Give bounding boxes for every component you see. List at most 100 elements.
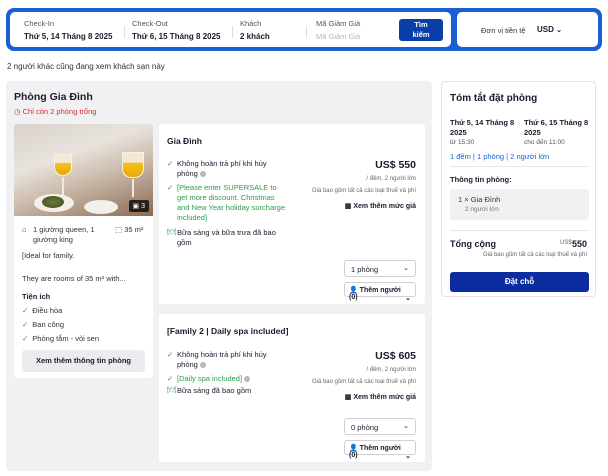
check-icon: ✓ [167,159,174,168]
chevron-down-icon: ⌄ [405,295,411,302]
rate-feature-text: Không hoàn trả phí khi hủy phòng [177,350,285,370]
promo-text: [Please enter SUPERSALE to get more disc… [177,183,285,222]
scarcity-text: Chỉ còn 2 phòng trống [22,107,97,116]
more-rates-button[interactable]: ▦ Xem thêm mức giá [345,393,416,401]
search-box: Check-In Thứ 5, 14 Tháng 8 2025 Check-Ou… [10,12,451,47]
info-icon[interactable] [244,376,251,383]
currency-selector[interactable]: Đơn vị tiền tệ USD ⌄ [457,12,598,47]
summary-room-item: 1 × Gia Đình 2 người lớn [450,189,589,220]
wine-glass [122,152,144,178]
per-night-note: / đêm, 2 người lớn [366,367,416,373]
search-bar: Check-In Thứ 5, 14 Tháng 8 2025 Check-Ou… [6,8,602,51]
divider [124,26,125,38]
total-currency: US$ [560,240,572,246]
image-icon: ▣ [132,203,140,210]
room-panel: Phòng Gia Đình ◷ Chỉ còn 2 phòng trống ▣… [6,81,432,471]
rate-feature: ✓ Không hoàn trả phí khi hủy phòng [167,159,285,179]
rate-feature-text: Không hoàn trả phí khi hủy phòng [177,159,285,179]
room-photo[interactable]: ▣ 3 [14,124,153,216]
rooms-select[interactable]: 0 phòng ⌄ [344,418,416,435]
glass-stem [132,179,134,197]
chevron-down-icon: ⌄ [405,453,411,460]
room-description: [Ideal for family. [22,251,75,260]
more-room-info-button[interactable]: Xem thêm thông tin phòng [22,350,145,372]
booking-summary: Tóm tắt đặt phòng Thứ 5, 14 Tháng 8 2025… [441,81,596,297]
rate-card: [Family 2 | Daily spa included] ✓ Không … [159,314,425,462]
divider [232,26,233,38]
promo-input[interactable]: Mã Giảm Giá [316,32,360,41]
summary-rooms-label: Thông tin phòng: [450,175,512,184]
summary-checkout-date: Thứ 6, 15 Tháng 8 2025 [524,118,589,137]
size-text: 35 m² [124,225,144,234]
checkin-field[interactable]: Check-In Thứ 5, 14 Tháng 8 2025 [24,19,113,41]
search-button-label: Tìm [414,20,428,29]
scarcity-notice: ◷ Chỉ còn 2 phòng trống [14,107,96,116]
more-rates-button[interactable]: ▦ Xem thêm mức giá [345,202,416,210]
rooms-select-value: 0 phòng [351,423,379,432]
more-rates-label: Xem thêm mức giá [353,203,416,210]
user-plus-icon: 👤 [349,445,358,452]
rate-feature: ✓ [Please enter SUPERSALE to get more di… [167,183,285,223]
meal-text: Bữa sáng và bữa trưa đã bao gồm [177,228,276,247]
room-title: Phòng Gia Đình [14,91,93,103]
divider [450,230,589,231]
glass-stem [62,177,64,195]
guests-field[interactable]: Khách 2 khách [240,19,270,41]
rate-feature: 🍽 Bữa sáng và bữa trưa đã bao gồm [167,228,285,248]
book-button[interactable]: Đặt chỗ [450,272,589,292]
meal-icon: 🍽 [167,387,176,394]
amenity-label: Phòng tắm - vòi sen [32,334,99,343]
calendar-icon: ▦ [344,394,352,401]
amenity-item: ✓ Ban công [22,320,64,329]
chevron-down-icon: ⌄ [403,423,409,430]
photo-count-badge[interactable]: ▣ 3 [128,200,149,212]
check-icon: ✓ [167,183,174,192]
info-icon[interactable] [199,362,206,369]
check-icon: ✓ [22,306,29,315]
total-tax-note: Giá bao gồm tất cả các loại thuế và phí [482,252,587,258]
rate-feature-text: [Daily spa included] [177,374,285,384]
checkout-field[interactable]: Check-Out Thứ 6, 15 Tháng 8 2025 [132,19,221,41]
rate-feature: 🍽 Bữa sáng đã bao gồm [167,386,285,396]
rate-name: [Family 2 | Daily spa included] [167,326,289,336]
summary-room-guests: 2 người lớn [465,206,499,213]
cancellation-text: Không hoàn trả phí khi hủy phòng [177,159,267,178]
room-description-more: They are rooms of 35 m² with... [22,274,126,283]
bed-info: ⌂ 1 giường queen, 1 giường king [22,225,112,245]
summary-title: Tóm tắt đặt phòng [450,93,538,104]
plate [84,200,118,214]
room-info-card: ▣ 3 ⌂ 1 giường queen, 1 giường king ⬚ 35… [14,124,153,378]
currency-label: Đơn vị tiền tệ [481,26,526,35]
summary-checkin-time: từ 15:30 [450,139,475,146]
amenity-item: ✓ Điều hòa [22,306,62,315]
food [42,196,64,208]
amenities-title: Tiện ích [22,292,51,301]
rate-name: Gia Đình [167,136,202,146]
promo-field[interactable]: Mã Giảm Giá Mã Giảm Giá [316,19,360,41]
divider [450,166,589,167]
wine-glass [54,154,72,176]
tax-note: Giá bao gồm tất cả các loại thuế và phí [311,379,416,385]
bed-text: 1 giường queen, 1 giường king [33,225,95,244]
currency-code: USD [537,25,554,34]
summary-room-line: 1 × Gia Đình [458,195,501,204]
per-night-note: / đêm, 2 người lớn [366,176,416,182]
summary-checkout-time: cho đến 11:00 [524,139,565,146]
photo-count: 3 [141,203,145,210]
info-icon[interactable] [199,171,206,178]
search-button[interactable]: Tìm kiếm [399,19,443,41]
clock-icon: ◷ [14,107,21,116]
checkout-label: Check-Out [132,19,168,28]
meal-text: Bữa sáng đã bao gồm [177,386,252,395]
checkin-value: Thứ 5, 14 Tháng 8 2025 [24,32,113,41]
amenity-label: Điều hòa [32,306,63,315]
room-size: ⬚ 35 m² [115,225,143,234]
rooms-select[interactable]: 1 phòng ⌄ [344,260,416,277]
add-guests-button[interactable]: 👤 Thêm người (0) ⌄ [344,440,416,460]
chevron-down-icon: ⌄ [403,265,409,272]
add-guests-button[interactable]: 👤 Thêm người (0) ⌄ [344,282,416,302]
size-icon: ⬚ [115,225,123,234]
rate-price: US$ 550 [375,159,416,171]
rate-feature: ✓ Không hoàn trả phí khi hủy phòng [167,350,285,370]
total-value: 550 [571,239,587,249]
